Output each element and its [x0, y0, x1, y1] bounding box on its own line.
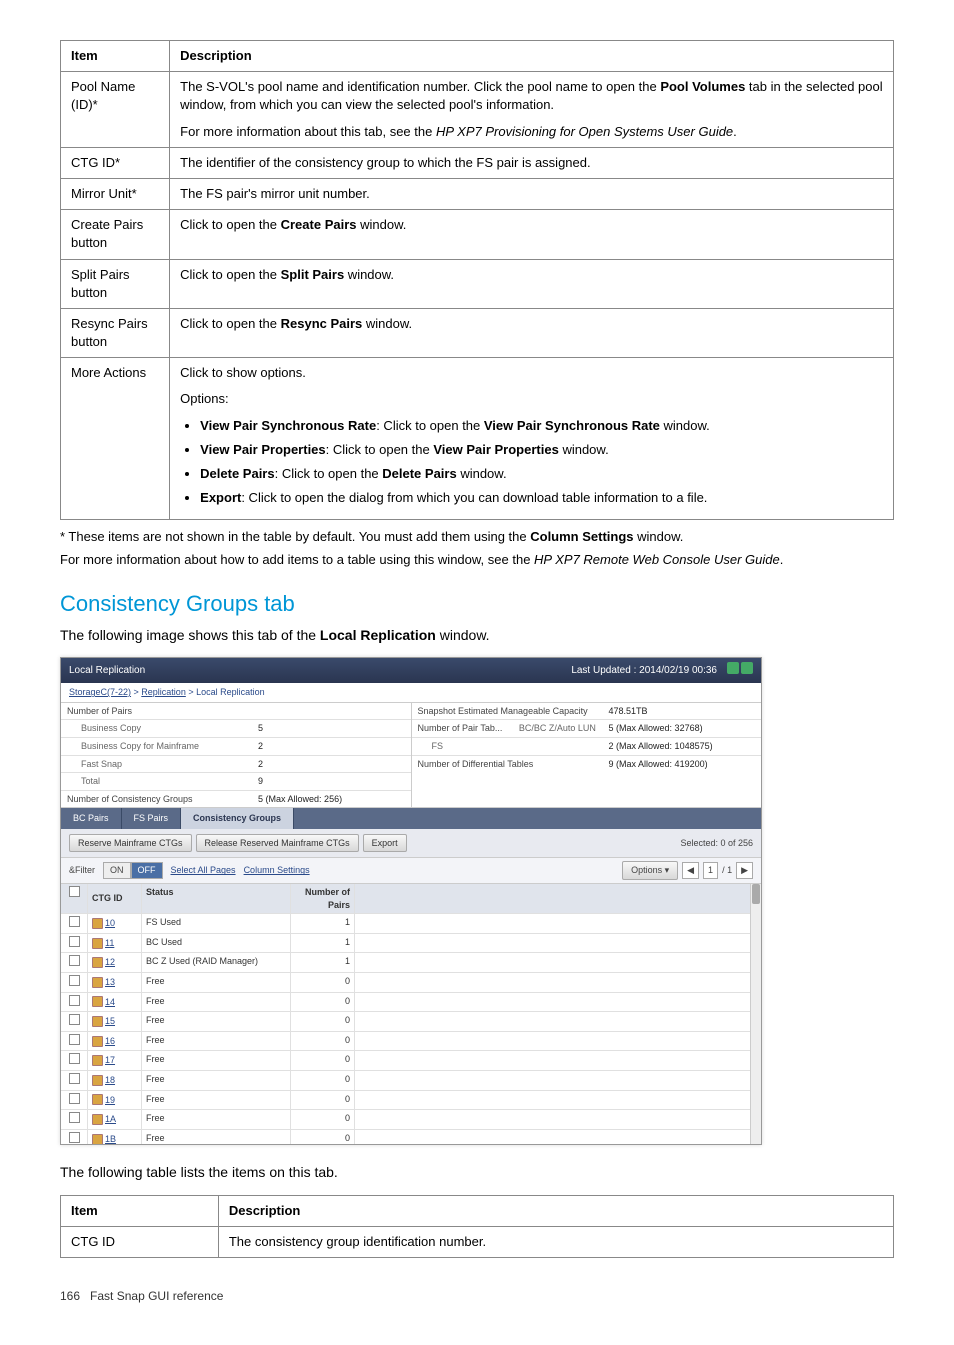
- row-checkbox[interactable]: [69, 1014, 80, 1025]
- breadcrumb-link[interactable]: Replication: [141, 687, 186, 697]
- group-icon: [92, 1055, 103, 1066]
- page-prev[interactable]: ◀: [682, 862, 699, 879]
- local-replication-screenshot: Local Replication Last Updated : 2014/02…: [60, 657, 762, 1145]
- row-checkbox[interactable]: [69, 1112, 80, 1123]
- tab-bc-pairs[interactable]: BC Pairs: [61, 808, 122, 829]
- table-header: CTG ID Status Number of Pairs: [61, 884, 761, 914]
- row-ctg-id-2: CTG ID: [61, 1226, 219, 1257]
- scrollbar[interactable]: [750, 884, 761, 1144]
- export-button[interactable]: Export: [363, 834, 407, 853]
- group-icon: [92, 918, 103, 929]
- breadcrumb: StorageC(7-22) > Replication > Local Rep…: [61, 683, 761, 703]
- col-item: Item: [61, 41, 170, 72]
- table-row[interactable]: 16Free0: [61, 1032, 761, 1052]
- reserve-mainframe-button[interactable]: Reserve Mainframe CTGs: [69, 834, 192, 853]
- group-icon: [92, 996, 103, 1007]
- table-row[interactable]: 1BFree0: [61, 1130, 761, 1144]
- filter-toggle[interactable]: ONOFF: [103, 862, 163, 879]
- group-icon: [92, 938, 103, 949]
- page-footer: 166 Fast Snap GUI reference: [60, 1288, 894, 1305]
- row-ctg-id: CTG ID*: [61, 147, 170, 178]
- row-checkbox[interactable]: [69, 995, 80, 1006]
- breadcrumb-link[interactable]: StorageC(7-22): [69, 687, 131, 697]
- footnote-more-info: For more information about how to add it…: [60, 551, 894, 569]
- after-screenshot-text: The following table lists the items on t…: [60, 1163, 894, 1183]
- heading-consistency-groups: Consistency Groups tab: [60, 589, 894, 620]
- window-titlebar: Local Replication Last Updated : 2014/02…: [61, 658, 761, 683]
- tab-row: BC Pairs FS Pairs Consistency Groups: [61, 808, 761, 829]
- page-current[interactable]: 1: [703, 862, 718, 879]
- tab-fs-pairs[interactable]: FS Pairs: [122, 808, 182, 829]
- row-checkbox[interactable]: [69, 975, 80, 986]
- row-checkbox[interactable]: [69, 1034, 80, 1045]
- footnote-column-settings: * These items are not shown in the table…: [60, 528, 894, 546]
- row-more-actions: More Actions: [61, 358, 170, 520]
- row-mirror-unit: Mirror Unit*: [61, 178, 170, 209]
- table-row[interactable]: 17Free0: [61, 1051, 761, 1071]
- table-row[interactable]: 18Free0: [61, 1071, 761, 1091]
- row-checkbox[interactable]: [69, 916, 80, 927]
- group-icon: [92, 977, 103, 988]
- row-pool-name: Pool Name (ID)*: [61, 72, 170, 148]
- titlebar-icons[interactable]: [725, 662, 753, 679]
- section-intro: The following image shows this tab of th…: [60, 626, 894, 646]
- table-row[interactable]: 19Free0: [61, 1091, 761, 1111]
- row-checkbox[interactable]: [69, 1073, 80, 1084]
- item-description-table-1: Item Description Pool Name (ID)* The S-V…: [60, 40, 894, 520]
- select-all-checkbox[interactable]: [69, 886, 80, 897]
- release-reserved-button[interactable]: Release Reserved Mainframe CTGs: [196, 834, 359, 853]
- row-checkbox[interactable]: [69, 955, 80, 966]
- table-row[interactable]: 12BC Z Used (RAID Manager)1: [61, 953, 761, 973]
- row-checkbox[interactable]: [69, 1053, 80, 1064]
- select-all-pages-link[interactable]: Select All Pages: [171, 864, 236, 877]
- table-row[interactable]: 15Free0: [61, 1012, 761, 1032]
- row-checkbox[interactable]: [69, 1093, 80, 1104]
- table-row[interactable]: 1AFree0: [61, 1110, 761, 1130]
- group-icon: [92, 1134, 103, 1144]
- row-split-pairs: Split Pairs button: [61, 259, 170, 308]
- item-description-table-2: Item Description CTG ID The consistency …: [60, 1195, 894, 1258]
- row-checkbox[interactable]: [69, 936, 80, 947]
- group-icon: [92, 957, 103, 968]
- group-icon: [92, 1114, 103, 1125]
- group-icon: [92, 1075, 103, 1086]
- table-row[interactable]: 10FS Used1: [61, 914, 761, 934]
- column-settings-link[interactable]: Column Settings: [244, 864, 310, 877]
- group-icon: [92, 1036, 103, 1047]
- group-icon: [92, 1094, 103, 1105]
- tab-consistency-groups[interactable]: Consistency Groups: [181, 808, 294, 829]
- selected-count: Selected: 0 of 256: [680, 837, 753, 850]
- page-next[interactable]: ▶: [736, 862, 753, 879]
- group-icon: [92, 1016, 103, 1027]
- col-description: Description: [170, 41, 894, 72]
- row-create-pairs: Create Pairs button: [61, 210, 170, 259]
- table-row[interactable]: 11BC Used1: [61, 934, 761, 954]
- table-row[interactable]: 13Free0: [61, 973, 761, 993]
- table-row[interactable]: 14Free0: [61, 993, 761, 1013]
- row-checkbox[interactable]: [69, 1132, 80, 1143]
- options-dropdown[interactable]: Options ▾: [622, 861, 678, 880]
- row-resync-pairs: Resync Pairs button: [61, 308, 170, 357]
